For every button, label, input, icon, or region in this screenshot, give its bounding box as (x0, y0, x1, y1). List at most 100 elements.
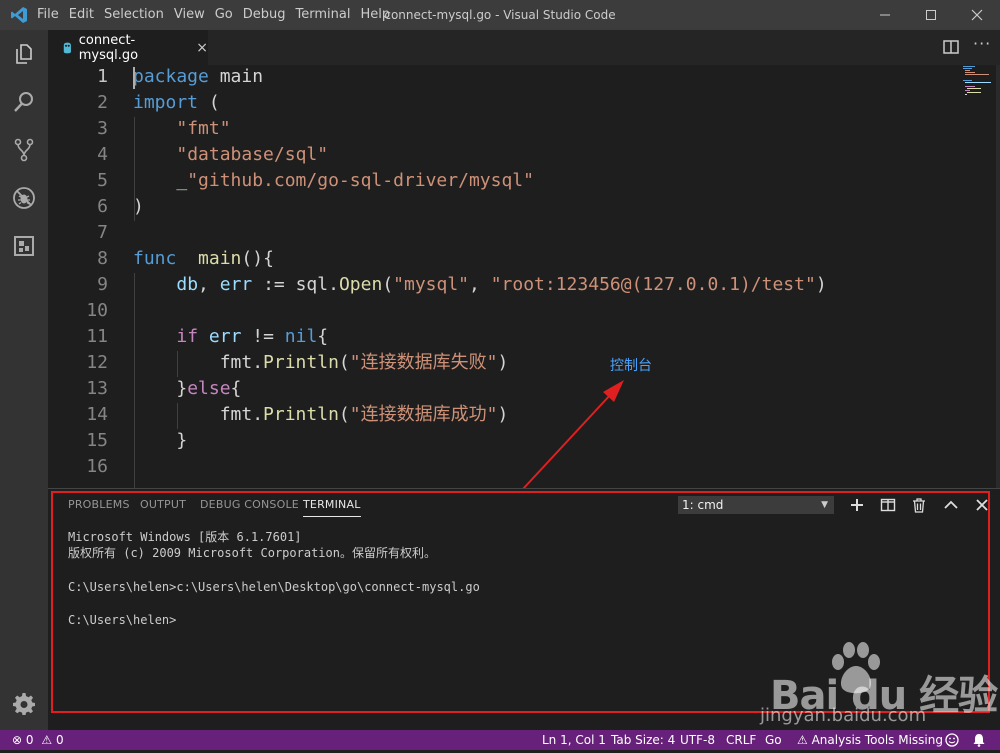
go-file-icon (63, 42, 71, 53)
encoding[interactable]: UTF-8 (680, 730, 715, 750)
terminal-select-value: 1: cmd (682, 498, 724, 512)
code-token: "连接数据库失败" (349, 352, 498, 373)
line-number: 7 (97, 222, 108, 243)
code-line[interactable]: 6) (48, 194, 1000, 220)
settings-button[interactable] (0, 680, 48, 728)
minimap[interactable] (963, 65, 991, 97)
debug-button[interactable] (0, 174, 48, 222)
editor-scrollbar[interactable] (996, 65, 1000, 488)
menu-edit[interactable]: Edit (64, 0, 99, 30)
language-mode[interactable]: Go (765, 730, 782, 750)
code-line[interactable]: 2 import ( (48, 90, 1000, 116)
code-line[interactable]: 3 "fmt" (48, 116, 1000, 142)
line-number: 1 (97, 66, 108, 87)
code-line[interactable]: 15 } (48, 428, 1000, 454)
code-token: func (133, 248, 177, 269)
tab-output[interactable]: OUTPUT (140, 498, 186, 511)
bell-icon (973, 734, 985, 747)
explorer-icon (16, 44, 32, 64)
line-number: 14 (86, 404, 108, 425)
code-token: err (208, 326, 242, 347)
code-line[interactable]: 14 fmt.Println("连接数据库成功") (48, 402, 1000, 428)
line-number: 6 (97, 196, 108, 217)
warning-icon: ⚠ (41, 733, 53, 747)
kill-terminal-button[interactable] (910, 496, 928, 514)
code-token: ( (338, 404, 350, 425)
cursor-position[interactable]: Ln 1, Col 1 (542, 730, 606, 750)
extensions-icon (14, 236, 34, 256)
code-token: ( (382, 274, 394, 295)
code-token: { (230, 378, 242, 399)
code-token: ) (497, 352, 509, 373)
new-terminal-button[interactable] (848, 496, 866, 514)
chevron-up-icon (944, 500, 958, 509)
code-line[interactable]: 8 func main(){ (48, 246, 1000, 272)
gear-icon (13, 693, 35, 715)
menu-help[interactable]: Help (355, 0, 395, 30)
code-token: != (241, 326, 285, 347)
code-token: "连接数据库成功" (349, 404, 498, 425)
code-line[interactable]: 9 db, err := sql.Open("mysql", "root:123… (48, 272, 1000, 298)
code-line[interactable]: 7 (48, 220, 1000, 246)
tab-size[interactable]: Tab Size: 4 (611, 730, 675, 750)
tab-close-button[interactable]: × (196, 40, 208, 56)
close-icon (976, 499, 988, 511)
menu-selection[interactable]: Selection (99, 0, 169, 30)
code-token: "mysql" (393, 274, 470, 295)
code-line[interactable]: 12 fmt.Println("连接数据库失败") (48, 350, 1000, 376)
tab-connect-mysql[interactable]: connect-mysql.go × (48, 30, 208, 65)
code-text: ) (133, 194, 144, 220)
explorer-button[interactable] (0, 30, 48, 78)
menu-go[interactable]: Go (210, 0, 238, 30)
tab-problems[interactable]: PROBLEMS (68, 498, 130, 511)
line-number: 8 (97, 248, 108, 269)
line-number: 5 (97, 170, 108, 191)
code-token: ( (338, 352, 350, 373)
editor-tab-bar: connect-mysql.go × ··· (48, 30, 1000, 65)
menu-file[interactable]: File (32, 0, 64, 30)
terminal-select[interactable]: 1: cmd ▼ (678, 496, 834, 514)
maximize-panel-button[interactable] (942, 496, 960, 514)
code-token: if (176, 326, 199, 347)
problems-status[interactable]: ⊗ 0 ⚠ 0 (12, 730, 64, 750)
analysis-tools-status[interactable]: ⚠ Analysis Tools Missing (797, 730, 943, 750)
console-annotation-label: 控制台 (610, 358, 652, 374)
tab-terminal[interactable]: TERMINAL (303, 498, 361, 517)
menu-debug[interactable]: Debug (238, 0, 291, 30)
line-number: 9 (97, 274, 108, 295)
menu-terminal[interactable]: Terminal (291, 0, 356, 30)
split-terminal-button[interactable] (879, 496, 897, 514)
code-line[interactable]: 5 _"github.com/go-sql-driver/mysql" (48, 168, 1000, 194)
line-ending[interactable]: CRLF (726, 730, 756, 750)
code-editor[interactable]: 1 package main 2 import (3 "fmt" 4 "database… (48, 65, 1000, 488)
code-token: Println (263, 352, 339, 373)
split-editor-icon[interactable] (942, 38, 960, 56)
menu-view[interactable]: View (169, 0, 210, 30)
code-token: _ (133, 170, 188, 191)
close-window-button[interactable] (954, 0, 1000, 30)
code-text: import ( (133, 90, 220, 116)
code-token: err (219, 274, 253, 295)
code-token: ) (133, 196, 144, 217)
code-line[interactable]: 16 (48, 454, 1000, 480)
code-token: { (317, 326, 329, 347)
code-line[interactable]: 1 package main (48, 65, 1000, 90)
search-button[interactable] (0, 78, 48, 126)
code-line[interactable]: 10 (48, 298, 1000, 324)
line-number: 11 (86, 326, 108, 347)
code-line[interactable]: 11 if err != nil{ (48, 324, 1000, 350)
close-panel-button[interactable] (973, 496, 991, 514)
more-actions-icon[interactable]: ··· (973, 34, 991, 53)
minimize-button[interactable] (862, 0, 908, 30)
code-token: else (187, 378, 231, 399)
code-line[interactable]: 4 "database/sql" (48, 142, 1000, 168)
extensions-button[interactable] (0, 222, 48, 270)
source-control-icon (14, 138, 34, 162)
tab-debug-console[interactable]: DEBUG CONSOLE (200, 498, 299, 511)
source-control-button[interactable] (0, 126, 48, 174)
maximize-button[interactable] (908, 0, 954, 30)
code-line[interactable]: 13 }else{ (48, 376, 1000, 402)
code-token: (){ (241, 248, 274, 269)
code-token: ) (497, 404, 509, 425)
